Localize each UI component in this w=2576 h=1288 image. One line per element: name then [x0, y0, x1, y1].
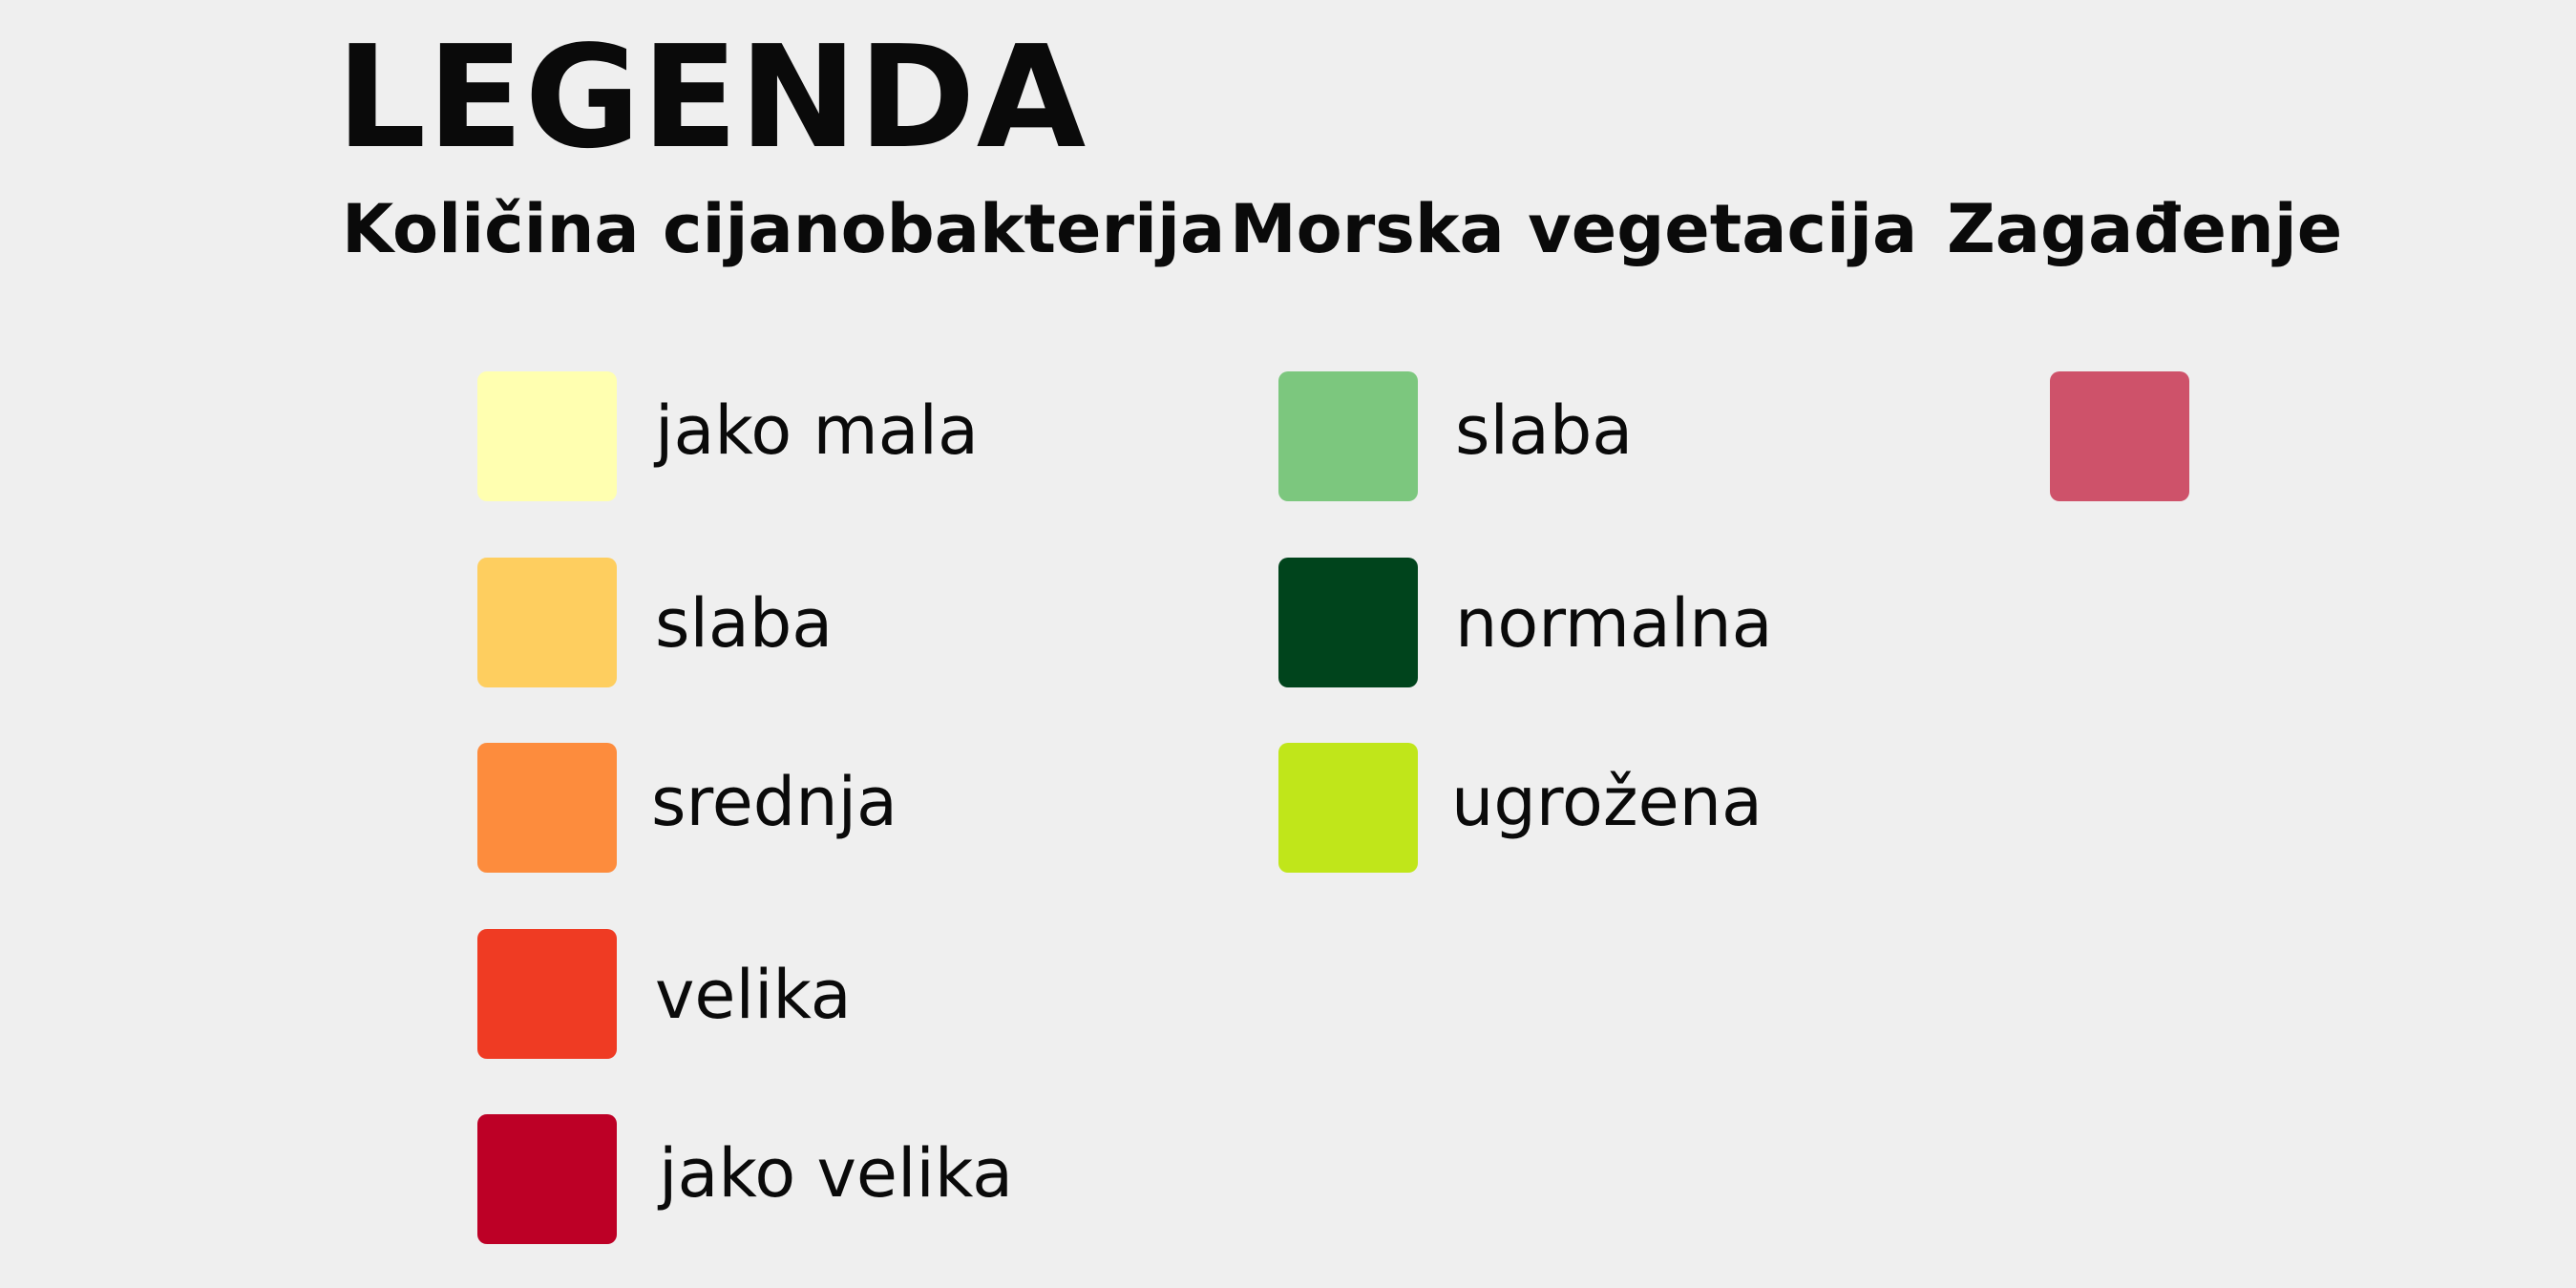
swatch-cyano-very-high — [477, 1114, 617, 1244]
label-vegetation-normal: normalna — [1455, 584, 1773, 663]
swatch-vegetation-normal — [1278, 558, 1418, 687]
legend-title: LEGENDA — [336, 15, 1087, 179]
label-cyano-medium: srednja — [651, 763, 897, 841]
swatch-cyano-low — [477, 558, 617, 687]
heading-marine-vegetation: Morska vegetacija — [1230, 190, 1918, 268]
label-cyano-high: velika — [655, 956, 852, 1034]
label-vegetation-weak: slaba — [1455, 391, 1634, 470]
swatch-cyano-medium — [477, 743, 617, 873]
heading-cyanobacteria: Količina cijanobakterija — [342, 190, 1226, 268]
label-cyano-very-low: jako mala — [655, 391, 979, 470]
swatch-vegetation-weak — [1278, 371, 1418, 501]
label-cyano-very-high: jako velika — [659, 1134, 1014, 1213]
swatch-vegetation-endangered — [1278, 743, 1418, 873]
label-cyano-low: slaba — [655, 584, 834, 663]
swatch-cyano-high — [477, 929, 617, 1059]
swatch-pollution — [2050, 371, 2189, 501]
label-vegetation-endangered: ugrožena — [1451, 763, 1763, 841]
heading-pollution: Zagađenje — [1947, 190, 2343, 268]
swatch-cyano-very-low — [477, 371, 617, 501]
